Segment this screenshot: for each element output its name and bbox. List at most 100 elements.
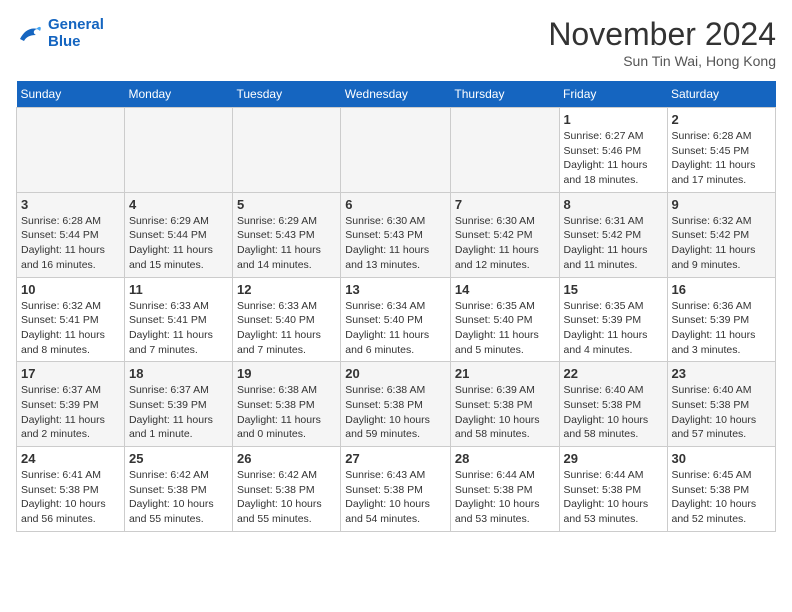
- col-header-saturday: Saturday: [667, 81, 776, 108]
- day-number: 5: [237, 197, 336, 212]
- calendar-cell: 19Sunrise: 6:38 AM Sunset: 5:38 PM Dayli…: [233, 362, 341, 447]
- calendar-cell: 9 Sunrise: 6:32 AM Sunset: 5:42 PM Daylig…: [667, 192, 776, 277]
- calendar-table: SundayMondayTuesdayWednesdayThursdayFrid…: [16, 81, 776, 532]
- calendar-cell: 7Sunrise: 6:30 AM Sunset: 5:42 PM Daylig…: [450, 192, 559, 277]
- day-info: Sunrise: 6:38 AM Sunset: 5:38 PM Dayligh…: [345, 383, 446, 442]
- calendar-cell: [233, 108, 341, 193]
- day-number: 23: [672, 366, 772, 381]
- day-number: 28: [455, 451, 555, 466]
- day-info: Sunrise: 6:32 AM Sunset: 5:42 PM Dayligh…: [672, 214, 772, 273]
- calendar-cell: 22 Sunrise: 6:40 AM Sunset: 5:38 PM Dayli…: [559, 362, 667, 447]
- day-info: Sunrise: 6:29 AM Sunset: 5:43 PM Dayligh…: [237, 214, 336, 273]
- day-number: 26: [237, 451, 336, 466]
- day-number: 30: [672, 451, 772, 466]
- day-number: 11: [129, 282, 228, 297]
- calendar-cell: 8 Sunrise: 6:31 AM Sunset: 5:42 PM Daylig…: [559, 192, 667, 277]
- calendar-cell: 20 Sunrise: 6:38 AM Sunset: 5:38 PM Dayli…: [341, 362, 451, 447]
- day-info: Sunrise: 6:40 AM Sunset: 5:38 PM Dayligh…: [672, 383, 772, 442]
- day-number: 10: [21, 282, 120, 297]
- week-row-3: 10 Sunrise: 6:32 AM Sunset: 5:41 PM Dayli…: [17, 277, 776, 362]
- col-header-monday: Monday: [124, 81, 232, 108]
- calendar-cell: 12 Sunrise: 6:33 AM Sunset: 5:40 PM Dayli…: [233, 277, 341, 362]
- calendar-cell: 30 Sunrise: 6:45 AM Sunset: 5:38 PM Dayli…: [667, 447, 776, 532]
- day-number: 27: [345, 451, 446, 466]
- day-info: Sunrise: 6:29 AM Sunset: 5:44 PM Dayligh…: [129, 214, 228, 273]
- day-info: Sunrise: 6:33 AM Sunset: 5:41 PM Dayligh…: [129, 299, 228, 358]
- day-number: 4: [129, 197, 228, 212]
- day-number: 16: [672, 282, 772, 297]
- day-number: 8: [564, 197, 663, 212]
- calendar-cell: 27 Sunrise: 6:43 AM Sunset: 5:38 PM Dayli…: [341, 447, 451, 532]
- calendar-cell: 1 Sunrise: 6:27 AM Sunset: 5:46 PM Daylig…: [559, 108, 667, 193]
- week-row-5: 24 Sunrise: 6:41 AM Sunset: 5:38 PM Dayli…: [17, 447, 776, 532]
- day-info: Sunrise: 6:37 AM Sunset: 5:39 PM Dayligh…: [21, 383, 120, 442]
- day-number: 14: [455, 282, 555, 297]
- calendar-cell: 18 Sunrise: 6:37 AM Sunset: 5:39 PM Dayli…: [124, 362, 232, 447]
- day-number: 18: [129, 366, 228, 381]
- day-number: 22: [564, 366, 663, 381]
- day-number: 21: [455, 366, 555, 381]
- day-number: 9: [672, 197, 772, 212]
- col-header-wednesday: Wednesday: [341, 81, 451, 108]
- day-info: Sunrise: 6:45 AM Sunset: 5:38 PM Dayligh…: [672, 468, 772, 527]
- calendar-cell: 29 Sunrise: 6:44 AM Sunset: 5:38 PM Dayli…: [559, 447, 667, 532]
- day-info: Sunrise: 6:39 AM Sunset: 5:38 PM Dayligh…: [455, 383, 555, 442]
- day-info: Sunrise: 6:30 AM Sunset: 5:43 PM Dayligh…: [345, 214, 446, 273]
- day-info: Sunrise: 6:44 AM Sunset: 5:38 PM Dayligh…: [455, 468, 555, 527]
- calendar-cell: [124, 108, 232, 193]
- day-info: Sunrise: 6:42 AM Sunset: 5:38 PM Dayligh…: [129, 468, 228, 527]
- calendar-cell: 2Sunrise: 6:28 AM Sunset: 5:45 PM Daylig…: [667, 108, 776, 193]
- calendar-cell: 5 Sunrise: 6:29 AM Sunset: 5:43 PM Daylig…: [233, 192, 341, 277]
- day-number: 13: [345, 282, 446, 297]
- day-info: Sunrise: 6:41 AM Sunset: 5:38 PM Dayligh…: [21, 468, 120, 527]
- calendar-cell: 3 Sunrise: 6:28 AM Sunset: 5:44 PM Daylig…: [17, 192, 125, 277]
- day-number: 1: [564, 112, 663, 127]
- day-info: Sunrise: 6:37 AM Sunset: 5:39 PM Dayligh…: [129, 383, 228, 442]
- day-number: 12: [237, 282, 336, 297]
- calendar-cell: 25Sunrise: 6:42 AM Sunset: 5:38 PM Dayli…: [124, 447, 232, 532]
- day-number: 29: [564, 451, 663, 466]
- day-number: 19: [237, 366, 336, 381]
- week-row-1: 1 Sunrise: 6:27 AM Sunset: 5:46 PM Daylig…: [17, 108, 776, 193]
- day-info: Sunrise: 6:30 AM Sunset: 5:42 PM Dayligh…: [455, 214, 555, 273]
- day-info: Sunrise: 6:28 AM Sunset: 5:44 PM Dayligh…: [21, 214, 120, 273]
- day-info: Sunrise: 6:33 AM Sunset: 5:40 PM Dayligh…: [237, 299, 336, 358]
- calendar-cell: [341, 108, 451, 193]
- logo-text: General Blue: [48, 16, 104, 50]
- day-number: 15: [564, 282, 663, 297]
- day-info: Sunrise: 6:35 AM Sunset: 5:39 PM Dayligh…: [564, 299, 663, 358]
- calendar-cell: [450, 108, 559, 193]
- logo: General Blue: [16, 16, 104, 50]
- day-number: 20: [345, 366, 446, 381]
- day-info: Sunrise: 6:40 AM Sunset: 5:38 PM Dayligh…: [564, 383, 663, 442]
- day-info: Sunrise: 6:27 AM Sunset: 5:46 PM Dayligh…: [564, 129, 663, 188]
- week-row-2: 3 Sunrise: 6:28 AM Sunset: 5:44 PM Daylig…: [17, 192, 776, 277]
- day-number: 24: [21, 451, 120, 466]
- location: Sun Tin Wai, Hong Kong: [548, 53, 776, 69]
- calendar-cell: 23 Sunrise: 6:40 AM Sunset: 5:38 PM Dayli…: [667, 362, 776, 447]
- header-row: SundayMondayTuesdayWednesdayThursdayFrid…: [17, 81, 776, 108]
- col-header-sunday: Sunday: [17, 81, 125, 108]
- day-info: Sunrise: 6:31 AM Sunset: 5:42 PM Dayligh…: [564, 214, 663, 273]
- calendar-cell: 15 Sunrise: 6:35 AM Sunset: 5:39 PM Dayli…: [559, 277, 667, 362]
- col-header-tuesday: Tuesday: [233, 81, 341, 108]
- page-header: General Blue November 2024 Sun Tin Wai, …: [16, 16, 776, 69]
- calendar-cell: 14 Sunrise: 6:35 AM Sunset: 5:40 PM Dayli…: [450, 277, 559, 362]
- day-info: Sunrise: 6:32 AM Sunset: 5:41 PM Dayligh…: [21, 299, 120, 358]
- week-row-4: 17Sunrise: 6:37 AM Sunset: 5:39 PM Dayli…: [17, 362, 776, 447]
- calendar-cell: 16Sunrise: 6:36 AM Sunset: 5:39 PM Dayli…: [667, 277, 776, 362]
- calendar-cell: 11 Sunrise: 6:33 AM Sunset: 5:41 PM Dayli…: [124, 277, 232, 362]
- day-number: 6: [345, 197, 446, 212]
- month-title: November 2024: [548, 16, 776, 53]
- logo-icon: [16, 21, 44, 45]
- calendar-cell: 28 Sunrise: 6:44 AM Sunset: 5:38 PM Dayli…: [450, 447, 559, 532]
- day-info: Sunrise: 6:35 AM Sunset: 5:40 PM Dayligh…: [455, 299, 555, 358]
- calendar-cell: 10 Sunrise: 6:32 AM Sunset: 5:41 PM Dayli…: [17, 277, 125, 362]
- day-info: Sunrise: 6:43 AM Sunset: 5:38 PM Dayligh…: [345, 468, 446, 527]
- col-header-thursday: Thursday: [450, 81, 559, 108]
- day-number: 3: [21, 197, 120, 212]
- day-info: Sunrise: 6:44 AM Sunset: 5:38 PM Dayligh…: [564, 468, 663, 527]
- calendar-cell: 4 Sunrise: 6:29 AM Sunset: 5:44 PM Daylig…: [124, 192, 232, 277]
- calendar-cell: [17, 108, 125, 193]
- calendar-cell: 13Sunrise: 6:34 AM Sunset: 5:40 PM Dayli…: [341, 277, 451, 362]
